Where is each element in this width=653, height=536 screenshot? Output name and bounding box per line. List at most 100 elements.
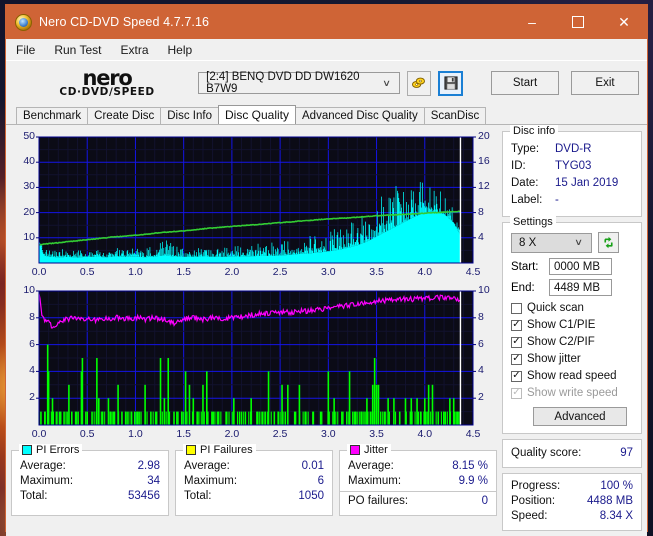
advanced-button[interactable]: Advanced — [533, 407, 627, 426]
axis-tick-label: 0.0 — [31, 266, 47, 278]
jitter-stats-title: Jitter — [347, 444, 391, 456]
stat-row: PO failures: 0 — [348, 494, 488, 509]
pi-errors-stats: PI Errors Average: 2.98 Maximum: 34 Total:… — [11, 444, 169, 516]
window-title: Nero CD-DVD Speed 4.7.7.16 — [39, 15, 210, 29]
app-window: Nero CD-DVD Speed 4.7.7.16 – ✕ File Run … — [5, 4, 648, 536]
quality-score-group: Quality score: 97 — [502, 439, 642, 468]
minimize-button[interactable]: – — [509, 5, 555, 39]
stat-row: Maximum: 34 — [20, 474, 160, 489]
axis-tick-label: 2 — [29, 391, 35, 404]
stat-value: 0 — [481, 495, 488, 507]
pi-failures-stats: PI Failures Average: 0.01 Maximum: 6 Total… — [175, 444, 333, 516]
maximize-button[interactable] — [555, 5, 601, 39]
quality-score-label: Quality score: — [511, 447, 582, 459]
checkbox-box: ✓ — [511, 319, 522, 331]
stat-row: Maximum: 9.9 % — [348, 474, 488, 489]
axis-tick-label: 4.0 — [417, 428, 433, 440]
pi-failures-stats-title: PI Failures — [183, 444, 256, 456]
floppy-save-icon — [444, 76, 458, 90]
pi-failures-title-text: PI Failures — [200, 444, 253, 456]
checkbox-label: Quick scan — [527, 302, 584, 314]
progress-row: Position: 4488 MB — [511, 494, 633, 509]
progress-key: Position: — [511, 495, 556, 507]
title-bar: Nero CD-DVD Speed 4.7.7.16 – ✕ — [6, 5, 647, 39]
stat-key: Average: — [184, 460, 230, 472]
drive-select-value: [2:4] BENQ DVD DD DW1620 B7W9 — [206, 71, 360, 95]
checkbox-box: ✓ — [511, 370, 522, 382]
start-input[interactable]: 0000 MB — [549, 258, 612, 275]
axis-tick-label: 40 — [23, 155, 35, 168]
axis-tick-label: 6 — [478, 337, 484, 350]
window-controls: – ✕ — [509, 5, 647, 39]
axis-tick-label: 10 — [23, 284, 35, 296]
axis-tick-label: 10 — [23, 230, 35, 243]
pi-errors-color-swatch — [22, 445, 32, 455]
axis-tick-label: 0.5 — [79, 428, 95, 440]
axis-tick-label: 4 — [478, 230, 484, 243]
axis-tick-label: 4 — [29, 364, 35, 377]
axis-tick-label: 30 — [23, 180, 35, 193]
axis-tick-label: 3.0 — [321, 428, 336, 440]
disc-info-row: Label: - — [511, 192, 633, 209]
start-button[interactable]: Start — [491, 71, 560, 95]
disc-info-value: 15 Jan 2019 — [555, 177, 619, 189]
end-input[interactable]: 4489 MB — [549, 279, 612, 296]
checkbox-label: Show C2/PIF — [527, 336, 595, 348]
axis-tick-label: 2.0 — [224, 428, 240, 440]
progress-key: Speed: — [511, 510, 548, 522]
menu-item-file[interactable]: File — [16, 43, 35, 57]
speed-select-value: 8 X — [519, 236, 537, 249]
tab-disc-quality[interactable]: Disc Quality — [218, 105, 297, 124]
progress-value: 4488 MB — [586, 495, 633, 507]
refresh-button[interactable] — [598, 232, 619, 253]
disc-info-key: Date: — [511, 177, 539, 189]
tab-benchmark[interactable]: Benchmark — [16, 107, 89, 124]
nero-logo: nero CD·DVD∕SPEED — [26, 68, 188, 98]
stat-value: 34 — [147, 475, 160, 487]
stat-key: Maximum: — [184, 475, 238, 487]
exit-button[interactable]: Exit — [571, 71, 639, 95]
menu-item-help[interactable]: Help — [168, 43, 193, 57]
eject-button[interactable] — [406, 70, 432, 96]
checkbox-show-read-speed[interactable]: ✓ Show read speed — [511, 368, 633, 384]
checkbox-quick-scan[interactable]: Quick scan — [511, 300, 633, 316]
checkbox-show-c2-pif[interactable]: ✓ Show C2/PIF — [511, 334, 633, 350]
checkbox-label: Show write speed — [527, 387, 618, 399]
progress-row: Progress: 100 % — [511, 479, 633, 494]
axis-tick-label: 10 — [478, 284, 490, 296]
checkbox-box: ✓ — [511, 387, 522, 399]
disc-info-value: TYG03 — [555, 160, 592, 172]
stat-key: Average: — [348, 460, 394, 472]
speed-select[interactable]: 8 X ∨ — [511, 232, 592, 253]
menu-item-extra[interactable]: Extra — [120, 43, 148, 57]
start-label: Start: — [511, 260, 539, 273]
axis-tick-label: 6 — [29, 337, 35, 350]
axis-tick-label: 2 — [478, 391, 484, 404]
checkbox-show-jitter[interactable]: ✓ Show jitter — [511, 351, 633, 367]
tab-advanced-disc-quality[interactable]: Advanced Disc Quality — [295, 107, 425, 124]
stat-row: Total: 1050 — [184, 489, 324, 504]
close-button[interactable]: ✕ — [601, 5, 647, 39]
stat-key: PO failures: — [348, 495, 409, 507]
save-button[interactable] — [438, 70, 464, 96]
stat-value: 0.01 — [301, 460, 324, 472]
checkbox-label: Show read speed — [527, 370, 617, 382]
stat-value: 8.15 % — [452, 460, 488, 472]
tab-scandisc[interactable]: ScanDisc — [423, 107, 487, 124]
tab-disc-info[interactable]: Disc Info — [160, 107, 219, 124]
disc-eject-icon — [412, 77, 426, 88]
stat-key: Average: — [20, 460, 66, 472]
drive-select[interactable]: [2:4] BENQ DVD DD DW1620 B7W9 ∨ — [198, 71, 400, 95]
tab-create-disc[interactable]: Create Disc — [87, 107, 162, 124]
end-label: End: — [511, 281, 535, 294]
axis-tick-label: 2.5 — [272, 266, 288, 278]
menu-item-run-test[interactable]: Run Test — [54, 43, 101, 57]
axis-tick-label: 50 — [23, 130, 35, 142]
pi-errors-chart: 10 20 30 40 50 4 8 12 16 20 0.0 0.5 1.0 1.5 2.0 2.5 3.0 3… — [11, 130, 497, 283]
checkbox-show-c1-pie[interactable]: ✓ Show C1/PIE — [511, 317, 633, 333]
tab-bar: Benchmark Create Disc Disc Info Disc Qua… — [6, 105, 647, 124]
axis-tick-label: 3.5 — [369, 266, 384, 278]
chevron-down-icon: ∨ — [574, 237, 584, 247]
axis-tick-label: 4.0 — [417, 266, 433, 278]
progress-value: 8.34 X — [599, 510, 633, 522]
